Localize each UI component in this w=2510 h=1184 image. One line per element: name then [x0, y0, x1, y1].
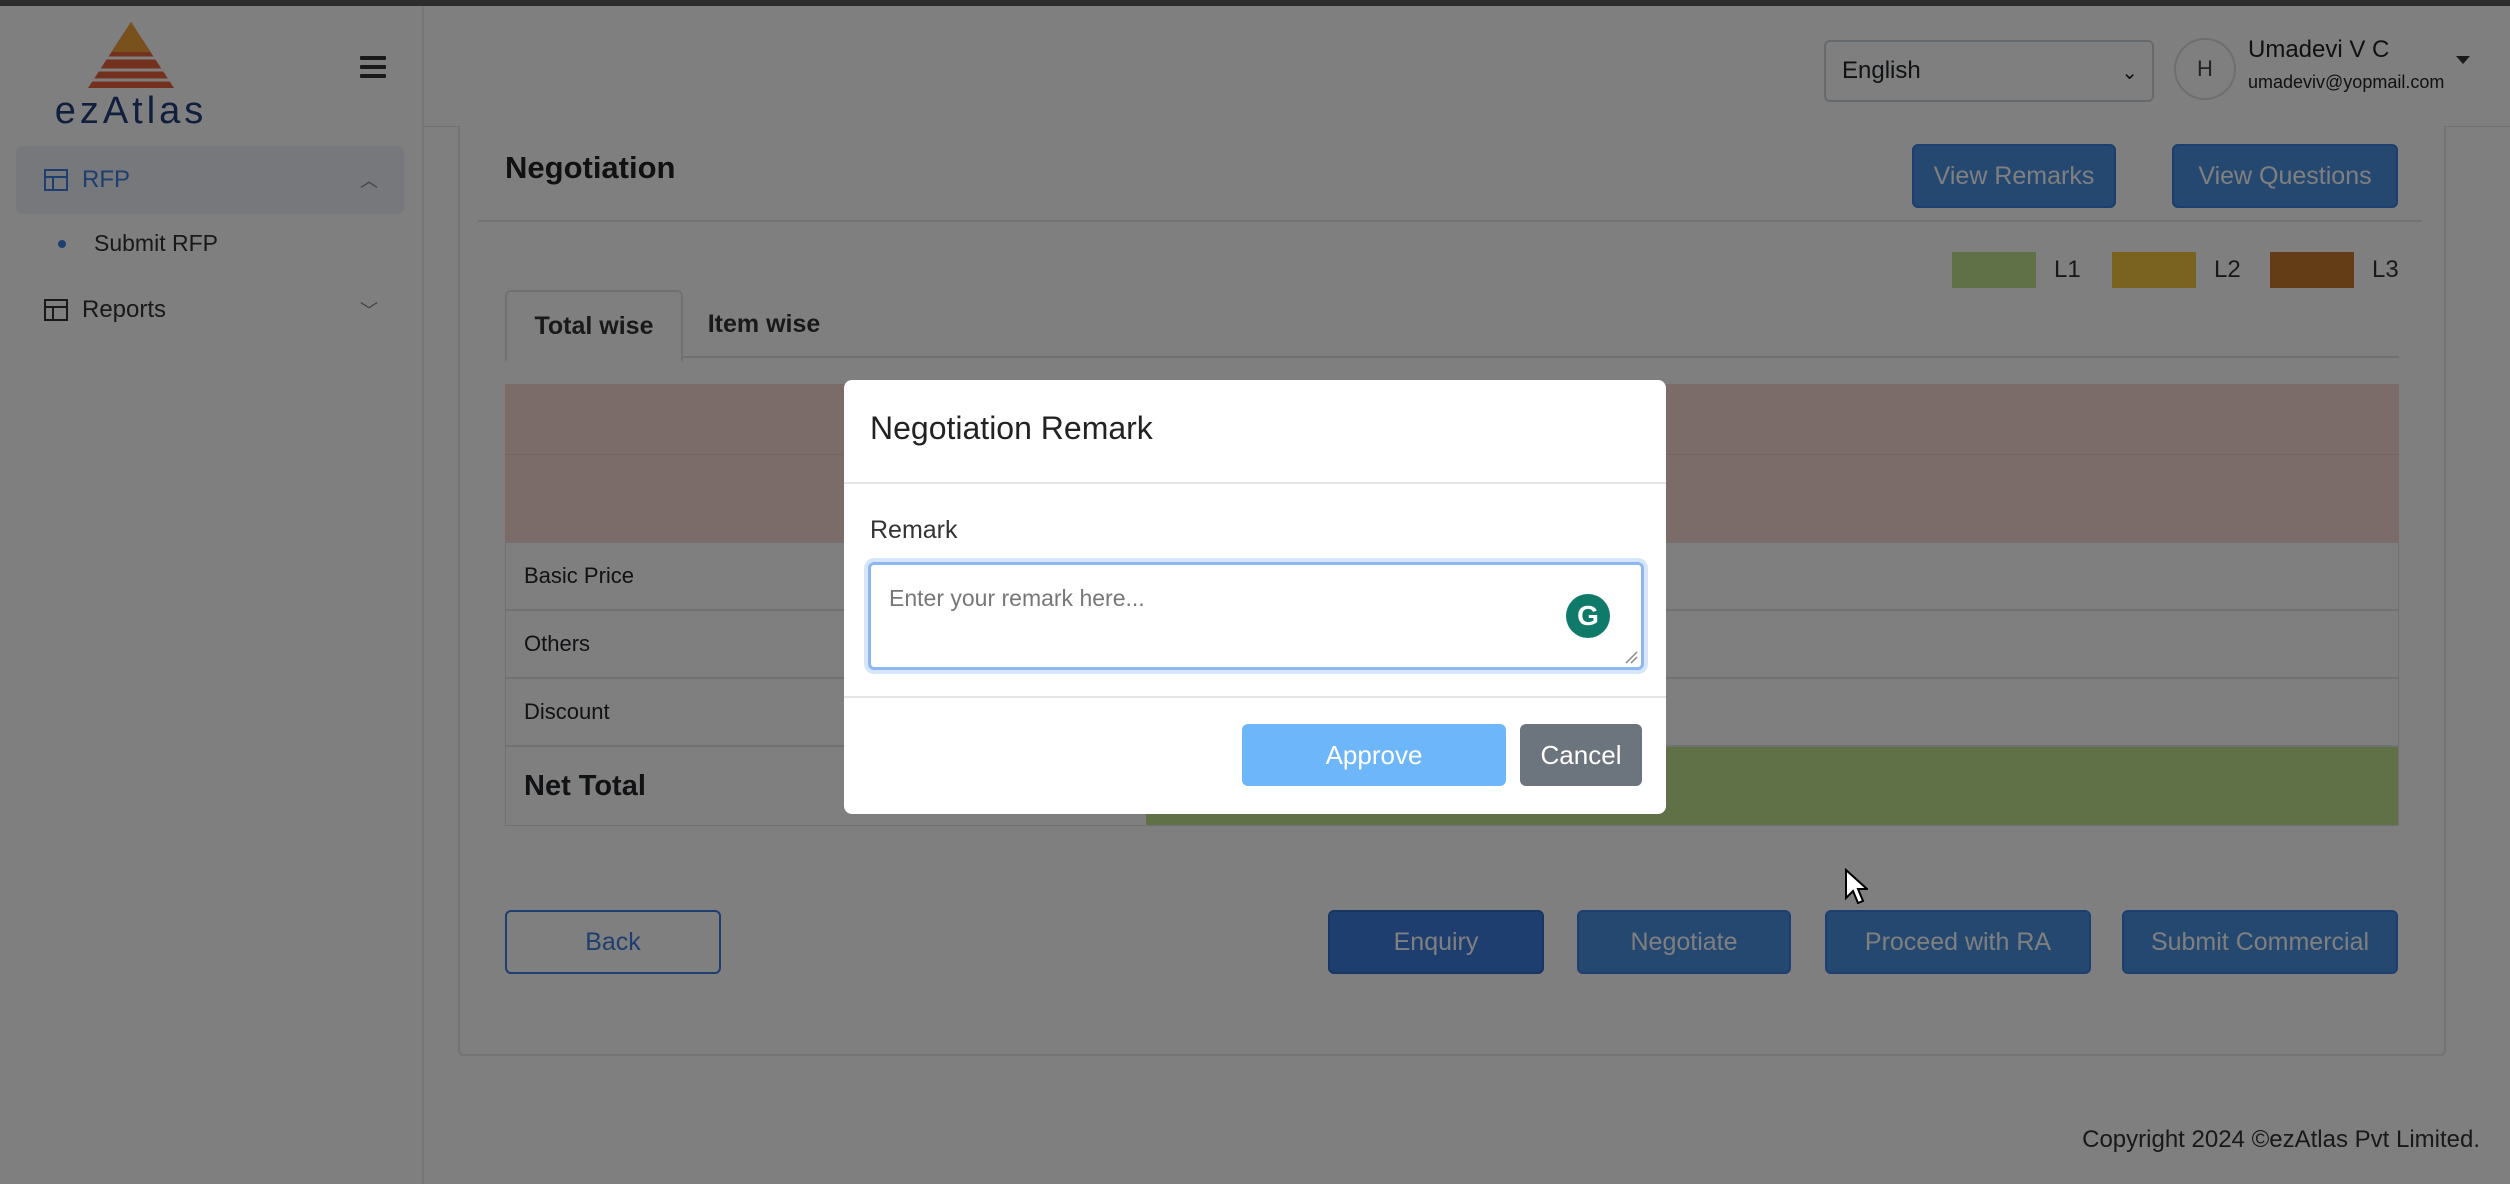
remark-label: Remark	[870, 516, 958, 544]
cancel-button[interactable]: Cancel	[1520, 724, 1642, 786]
resize-handle-icon[interactable]	[1624, 650, 1638, 664]
divider	[844, 482, 1666, 484]
approve-button[interactable]: Approve	[1242, 724, 1506, 786]
remark-textarea[interactable]: Enter your remark here...	[868, 562, 1644, 670]
mouse-cursor-icon	[1845, 868, 1868, 905]
grammarly-icon[interactable]: G	[1566, 594, 1610, 638]
modal-title: Negotiation Remark	[870, 410, 1153, 446]
divider	[844, 696, 1666, 698]
negotiation-remark-modal: Negotiation Remark Remark Enter your rem…	[844, 380, 1666, 814]
